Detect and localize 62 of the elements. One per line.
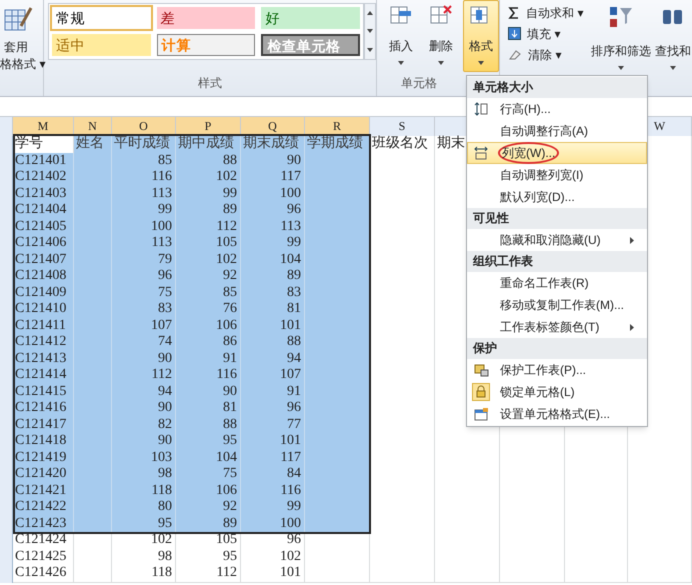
- table-cell: 92: [176, 268, 241, 286]
- table-cell: 81: [176, 400, 241, 418]
- table-cell: 74: [112, 334, 176, 352]
- table-cell: 80: [112, 499, 176, 516]
- table-cell: C121410: [13, 301, 74, 318]
- table-cell: 92: [176, 499, 241, 516]
- table-cell: 班级名次: [370, 136, 435, 154]
- table-cell: C121406: [13, 235, 74, 252]
- table-cell: 99: [241, 499, 305, 516]
- table-cell: 96: [241, 202, 305, 220]
- table-cell: 116: [176, 367, 241, 384]
- table-cell: 112: [112, 367, 176, 384]
- table-cell: 学期成绩: [305, 136, 370, 154]
- table-cell: 75: [176, 466, 241, 484]
- table-cell: 101: [241, 433, 305, 450]
- table-cell: 112: [176, 565, 241, 582]
- table-cell: 118: [112, 565, 176, 582]
- table-cell: 98: [112, 466, 176, 484]
- table-cell: C121412: [13, 334, 74, 352]
- table-format-label: 格格式 ▾: [0, 56, 46, 72]
- menu-section-header: 保护: [467, 338, 647, 359]
- table-cell: 81: [241, 301, 305, 318]
- menu-section-header: 单元格大小: [467, 77, 647, 98]
- group-label: 单元格: [401, 75, 437, 92]
- table-cell: C121418: [13, 433, 74, 450]
- table-cell: 113: [112, 235, 176, 252]
- table-cell: 105: [176, 235, 241, 252]
- table-cell: C121422: [13, 499, 74, 516]
- table-cell: 86: [176, 334, 241, 352]
- table-cell: C121408: [13, 268, 74, 286]
- group-label: 样式: [198, 75, 222, 92]
- table-cell: 117: [241, 169, 305, 186]
- table-cell: C121414: [13, 367, 74, 384]
- table-cell: 96: [241, 400, 305, 418]
- menu-section-header: 组织工作表: [467, 251, 647, 272]
- table-cell: 101: [241, 565, 305, 582]
- table-cell: 88: [241, 334, 305, 352]
- table-cell: 期中成绩: [176, 136, 241, 154]
- table-cell: 90: [112, 433, 176, 450]
- table-cell: C121416: [13, 400, 74, 418]
- table-cell: 89: [176, 202, 241, 220]
- table-cell: 96: [112, 268, 176, 286]
- table-cell: 95: [176, 433, 241, 450]
- table-cell: C121426: [13, 565, 74, 582]
- table-cell: 学号: [13, 136, 74, 154]
- table-cell: 76: [176, 301, 241, 318]
- table-cell: 平时成绩: [112, 136, 176, 154]
- table-cell: 107: [241, 367, 305, 384]
- table-cell: C121402: [13, 169, 74, 186]
- table-cell: C121404: [13, 202, 74, 220]
- table-cell: 89: [241, 268, 305, 286]
- table-cell: 99: [112, 202, 176, 220]
- table-cell: 期末成绩: [241, 136, 305, 154]
- table-cell: C121420: [13, 466, 74, 484]
- table-cell: 90: [112, 400, 176, 418]
- menu-section-header: 可见性: [467, 208, 647, 229]
- table-cell: 99: [241, 235, 305, 252]
- table-cell: 83: [112, 301, 176, 318]
- table-cell: 姓名: [74, 136, 112, 154]
- table-cell: 102: [176, 169, 241, 186]
- table-cell: 84: [241, 466, 305, 484]
- table-cell: 116: [112, 169, 176, 186]
